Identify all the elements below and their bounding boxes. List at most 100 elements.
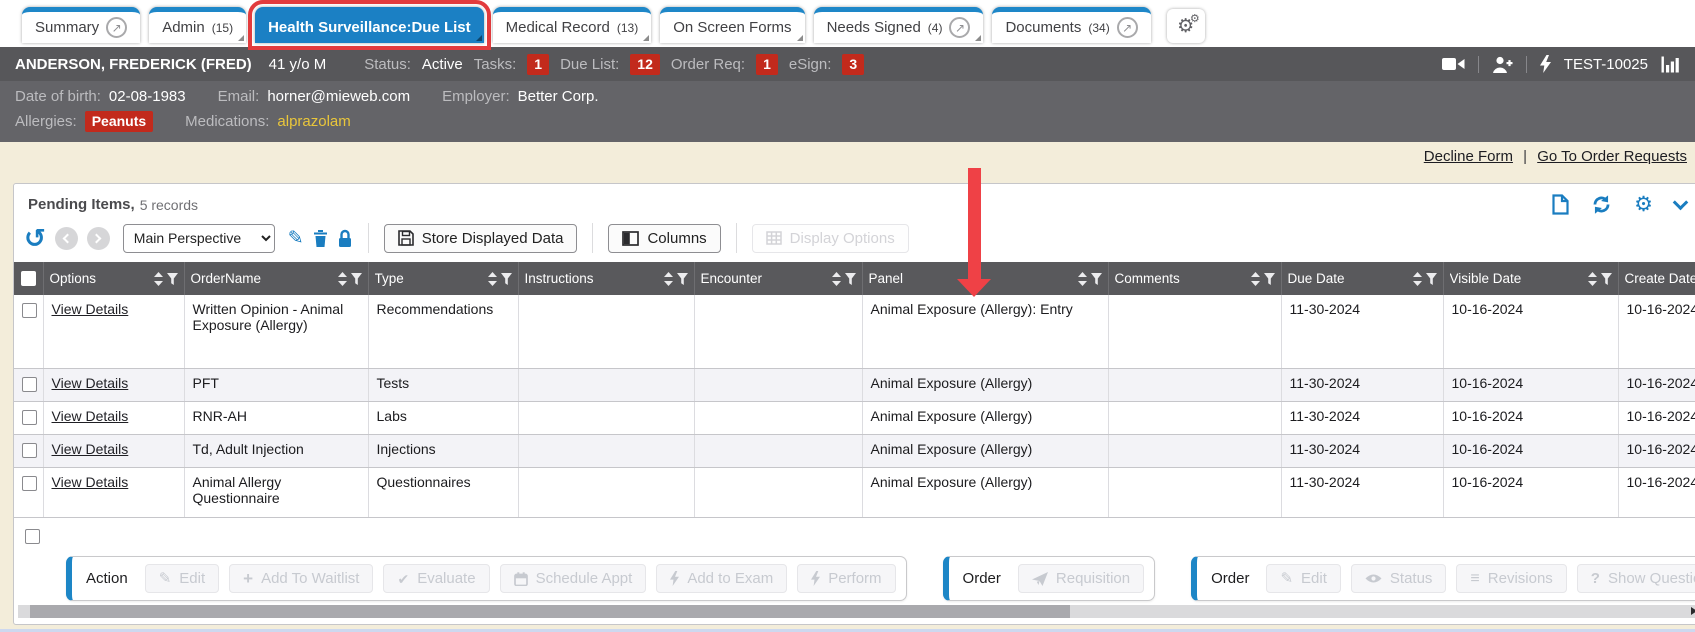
column-header-comments[interactable]: Comments — [1108, 262, 1281, 295]
patient-age-sex: 41 y/o M — [269, 56, 327, 73]
tab-medical-record[interactable]: Medical Record(13) — [493, 7, 652, 43]
scrollbar-thumb[interactable] — [30, 605, 1070, 618]
bolt-icon — [811, 571, 820, 586]
edit-pencil-icon[interactable]: ✎ — [288, 227, 304, 250]
view-details-link[interactable]: View Details — [52, 408, 129, 424]
order-req-count-badge[interactable]: 1 — [756, 54, 778, 75]
column-header-visible-date[interactable]: Visible Date — [1443, 262, 1618, 295]
go-to-order-requests-link[interactable]: Go To Order Requests — [1537, 148, 1687, 165]
sort-icon[interactable] — [338, 272, 347, 286]
cell-comments — [1108, 295, 1281, 368]
display-options-grid-icon — [766, 231, 782, 245]
view-details-link[interactable]: View Details — [52, 301, 129, 317]
view-details-link[interactable]: View Details — [52, 441, 129, 457]
cell-options: View Details — [43, 295, 184, 368]
esign-count-badge[interactable]: 3 — [842, 54, 864, 75]
video-camera-icon[interactable] — [1442, 57, 1465, 71]
back-button[interactable] — [55, 227, 78, 250]
row-checkbox[interactable] — [22, 303, 37, 318]
filter-funnel-icon[interactable] — [1264, 273, 1275, 285]
filter-funnel-icon[interactable] — [1426, 273, 1437, 285]
filter-funnel-icon[interactable] — [167, 273, 178, 285]
filter-funnel-icon[interactable] — [501, 273, 512, 285]
undo-icon[interactable]: ↺ — [24, 227, 46, 249]
column-header-options[interactable]: Options — [43, 262, 184, 295]
row-checkbox[interactable] — [22, 443, 37, 458]
sort-icon[interactable] — [488, 272, 497, 286]
column-header-type[interactable]: Type — [368, 262, 518, 295]
column-header-encounter[interactable]: Encounter — [694, 262, 862, 295]
external-link-icon[interactable]: ↗ — [106, 17, 127, 38]
dob-value: 02-08-1983 — [109, 88, 186, 105]
select-all-checkbox[interactable] — [21, 271, 36, 286]
medication-value[interactable]: alprazolam — [277, 113, 350, 130]
filter-funnel-icon[interactable] — [677, 273, 688, 285]
sort-icon[interactable] — [664, 272, 673, 286]
collapse-chevron-icon[interactable] — [1673, 194, 1689, 210]
tab-needs-signed[interactable]: Needs Signed(4)↗ — [814, 7, 984, 43]
column-header-panel[interactable]: Panel — [862, 262, 1108, 295]
tab-admin[interactable]: Admin(15) — [149, 7, 246, 43]
columns-button[interactable]: Columns — [608, 224, 720, 253]
column-header-create-date[interactable]: Create Date — [1618, 262, 1695, 295]
sort-icon[interactable] — [1588, 272, 1597, 286]
view-details-link[interactable]: View Details — [52, 474, 129, 490]
delete-trash-icon[interactable] — [313, 229, 328, 247]
filter-funnel-icon[interactable] — [845, 273, 856, 285]
status-button: Status — [1351, 564, 1447, 593]
cell-order-name: Written Opinion - Animal Exposure (Aller… — [184, 295, 368, 368]
filter-funnel-icon[interactable] — [351, 273, 362, 285]
tab-health-surveillance-due-list[interactable]: Health Surveillance:Due List — [255, 7, 484, 43]
filter-funnel-icon[interactable] — [1091, 273, 1102, 285]
tab-summary[interactable]: Summary↗ — [22, 7, 140, 43]
tab-on-screen-forms[interactable]: On Screen Forms — [660, 7, 804, 43]
cell-create-date: 10-16-2024 — [1618, 368, 1695, 401]
view-details-link[interactable]: View Details — [52, 375, 129, 391]
sort-icon[interactable] — [154, 272, 163, 286]
tab-documents[interactable]: Documents(34)↗ — [992, 7, 1150, 43]
action-bar-0: Action✎Edit+Add To Waitlist✔EvaluateSche… — [66, 556, 907, 601]
column-label: OrderName — [191, 271, 334, 286]
bar-label: Action — [86, 570, 128, 587]
sort-icon[interactable] — [1413, 272, 1422, 286]
lightning-bolt-icon[interactable] — [1540, 55, 1551, 73]
divider — [1478, 56, 1479, 73]
row-checkbox[interactable] — [22, 410, 37, 425]
cell-order-name: RNR-AH — [184, 401, 368, 434]
columns-label: Columns — [647, 230, 706, 247]
button-label: Status — [1390, 570, 1433, 587]
allergy-badge[interactable]: Peanuts — [85, 111, 153, 132]
filter-funnel-icon[interactable] — [1601, 273, 1612, 285]
sort-icon[interactable] — [832, 272, 841, 286]
row-checkbox[interactable] — [25, 529, 40, 544]
external-link-icon[interactable]: ↗ — [949, 17, 970, 38]
row-checkbox[interactable] — [22, 377, 37, 392]
scroll-right-arrow-icon[interactable] — [1691, 607, 1695, 615]
column-header-due-date[interactable]: Due Date — [1281, 262, 1443, 295]
external-link-icon[interactable]: ↗ — [1117, 17, 1138, 38]
refresh-icon[interactable] — [1591, 194, 1612, 215]
tasks-count-badge[interactable]: 1 — [527, 54, 549, 75]
column-header-instructions[interactable]: Instructions — [518, 262, 694, 295]
column-header-ordername[interactable]: OrderName — [184, 262, 368, 295]
sort-icon[interactable] — [1251, 272, 1260, 286]
row-checkbox[interactable] — [22, 476, 37, 491]
cell-encounter — [694, 368, 862, 401]
lock-icon[interactable] — [337, 229, 353, 248]
perspective-select[interactable]: Main Perspective — [123, 224, 275, 253]
store-displayed-data-button[interactable]: Store Displayed Data — [384, 224, 578, 253]
tab-settings-button[interactable]: ⚙ ⚙ — [1167, 9, 1205, 43]
due-list-count-badge[interactable]: 12 — [630, 54, 660, 75]
cell-create-date: 10-16-2024 — [1618, 434, 1695, 467]
sort-icon[interactable] — [1078, 272, 1087, 286]
new-document-icon[interactable] — [1552, 194, 1569, 215]
flowsheet-chart-icon[interactable] — [1661, 56, 1680, 73]
add-person-icon[interactable] — [1492, 56, 1513, 73]
horizontal-scrollbar[interactable] — [18, 605, 1695, 618]
cell-type: Labs — [368, 401, 518, 434]
forward-button[interactable] — [87, 227, 110, 250]
divider — [1526, 56, 1527, 73]
panel-settings-gear-icon[interactable]: ⚙ — [1634, 194, 1653, 215]
gear-icon: ⚙ — [1190, 12, 1200, 25]
decline-form-link[interactable]: Decline Form — [1424, 148, 1513, 165]
